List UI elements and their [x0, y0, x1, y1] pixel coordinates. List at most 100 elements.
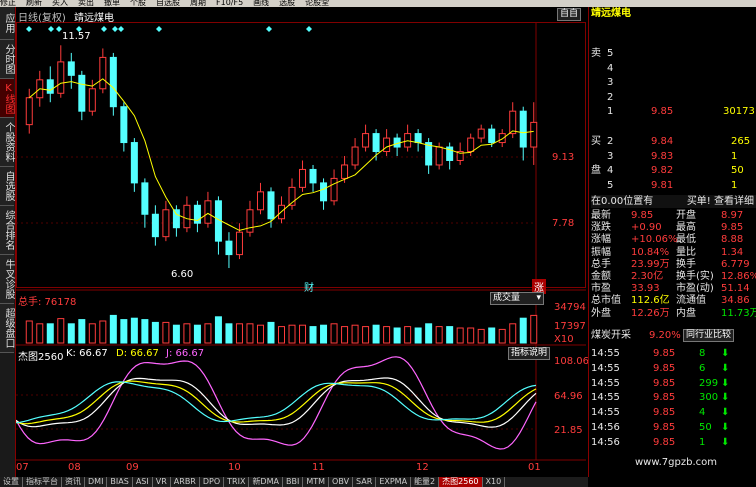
top-menu-item[interactable]: 买入 — [52, 0, 68, 7]
sidebar-item[interactable]: 综合排名 — [0, 206, 14, 255]
status-bar[interactable]: 在0.00位置有 买单! 查看详细 — [591, 195, 756, 208]
top-menu-item[interactable]: 周期 — [190, 0, 206, 7]
candle-body — [435, 146, 443, 166]
volume-bar — [67, 323, 75, 344]
bottom-tab[interactable]: OBV — [329, 477, 354, 487]
ask-row: 3 — [591, 76, 756, 89]
volume-selector[interactable]: 成交量 ▾ — [490, 292, 544, 305]
bottom-tab[interactable]: X10 — [483, 477, 506, 487]
stat-value: 51.14 — [721, 283, 750, 295]
volume-bar — [25, 320, 33, 344]
volume-title: 总手: 76178 — [18, 297, 77, 308]
bottom-tab[interactable]: 资讯 — [62, 477, 85, 487]
top-menu-item[interactable]: 刷新 — [26, 0, 42, 7]
indicator-tick-1: 108.06 — [554, 356, 589, 367]
tick-price: 9.85 — [653, 422, 676, 433]
bottom-tab[interactable]: ASI — [133, 477, 153, 487]
volume-bar — [151, 321, 159, 344]
tick-volume: 300 — [699, 392, 719, 404]
sidebar-item[interactable]: 超级盘口 — [0, 304, 14, 353]
bottom-tab[interactable]: 设置 — [0, 477, 23, 487]
volume-bar — [256, 324, 264, 344]
x-axis-label: 11 — [312, 462, 325, 473]
sidebar-item[interactable]: 牛叉诊股 — [0, 255, 14, 304]
compare-button[interactable]: 同行业比较 — [683, 329, 735, 342]
stat-row: 总市值 112.6亿 流通值 34.86 — [591, 294, 756, 307]
bottom-tab[interactable]: DMI — [85, 477, 108, 487]
header-right-button[interactable]: 自自 — [557, 8, 582, 21]
sidebar-item[interactable]: 应用 — [0, 7, 14, 40]
bottom-tab[interactable]: MTM — [303, 477, 330, 487]
volume-bar — [88, 323, 96, 344]
bottom-tab[interactable]: DPO — [200, 477, 225, 487]
candle-body — [320, 182, 328, 202]
volume-bar — [351, 324, 359, 344]
bottom-tab[interactable]: TRIX — [224, 477, 250, 487]
diamond-icon — [156, 26, 162, 32]
bid-volume: 265 — [731, 136, 751, 147]
sidebar-item[interactable]: K线图 — [0, 79, 14, 118]
top-menu-item[interactable]: 选股 — [279, 0, 295, 7]
sidebar-item[interactable]: 个股资料 — [0, 118, 14, 167]
d-line — [16, 380, 537, 425]
arrow-down-icon: ⬇ — [721, 362, 730, 374]
top-menu-item[interactable]: 撤单 — [104, 0, 120, 7]
top-menu-item[interactable]: 修正 — [0, 0, 16, 7]
indicator-d: D: 66.67 — [116, 348, 159, 359]
bottom-tab[interactable]: ARBR — [171, 477, 200, 487]
bid-row: 3 9.83 1 — [591, 150, 756, 163]
bottom-tab[interactable]: SAR — [353, 477, 377, 487]
candle-body — [225, 240, 233, 256]
sidebar-item[interactable]: 自选股 — [0, 167, 14, 206]
stat-key: 市盈(动) — [676, 283, 714, 295]
top-menu-item[interactable]: F10/F5 — [216, 0, 243, 7]
indicator-help-button[interactable]: 指标说明 — [508, 347, 551, 360]
volume-bar — [467, 327, 475, 344]
tick-price: 9.85 — [653, 436, 676, 448]
bottom-tab[interactable]: 指标平台 — [23, 477, 62, 487]
bottom-tab[interactable]: 能量2 — [411, 477, 440, 487]
volume-tick-2: 17397 — [554, 321, 586, 332]
top-menu-item[interactable]: 画线 — [253, 0, 269, 7]
volume-bar — [246, 323, 254, 344]
stat-value: 10.84% — [631, 246, 670, 258]
bottom-tab[interactable]: BIAS — [107, 477, 133, 487]
tick-time: 14:55 — [591, 348, 620, 359]
candle-body — [498, 133, 506, 144]
diamond-icon — [101, 26, 107, 32]
cai-marker[interactable]: 财 — [304, 279, 314, 294]
candle-body — [235, 231, 243, 256]
volume-bar — [414, 327, 422, 344]
volume-bar — [435, 326, 443, 344]
volume-bar — [267, 321, 275, 344]
bottom-tab[interactable]: 杰图2560 — [439, 477, 483, 487]
volume-bar — [330, 323, 338, 344]
bottom-tab[interactable]: 新DMA — [249, 477, 283, 487]
sidebar-item[interactable]: 分时图 — [0, 40, 14, 79]
candle-body — [267, 191, 275, 220]
candle-body — [383, 137, 391, 153]
bottom-tab[interactable]: EXPMA — [376, 477, 412, 487]
volume-bar — [172, 324, 180, 344]
period-label[interactable]: 日线(复权) — [18, 9, 66, 24]
candle-body — [172, 209, 180, 229]
top-menu-item[interactable]: 论股堂 — [305, 0, 329, 7]
bid-volume: 1 — [731, 179, 738, 191]
arrow-down-icon: ⬇ — [721, 377, 730, 389]
status-right[interactable]: 买单! 查看详细 — [687, 195, 754, 208]
chart-svg[interactable] — [16, 7, 586, 462]
bottom-tab-bar: 设置 指标平台 资讯 DMI BIAS ASI VR ARBR DPO TRIX 新DMA BBI MT… — [0, 477, 588, 487]
tick-price: 9.85 — [653, 348, 676, 359]
top-menu-item[interactable]: 卖出 — [78, 0, 94, 7]
x-axis-label: 09 — [126, 462, 139, 473]
bottom-tab[interactable]: VR — [153, 477, 171, 487]
candle-body — [509, 110, 517, 135]
stat-key: 市盈 — [591, 283, 611, 295]
indicator-name: 杰图2560 — [18, 352, 64, 363]
bottom-tab[interactable]: BBI — [283, 477, 304, 487]
top-menu-item[interactable]: 个股 — [130, 0, 146, 7]
tick-price: 9.85 — [653, 407, 676, 419]
top-menu-item[interactable]: 自选股 — [156, 0, 180, 7]
candle-body — [78, 74, 86, 112]
candle-body — [130, 142, 138, 184]
